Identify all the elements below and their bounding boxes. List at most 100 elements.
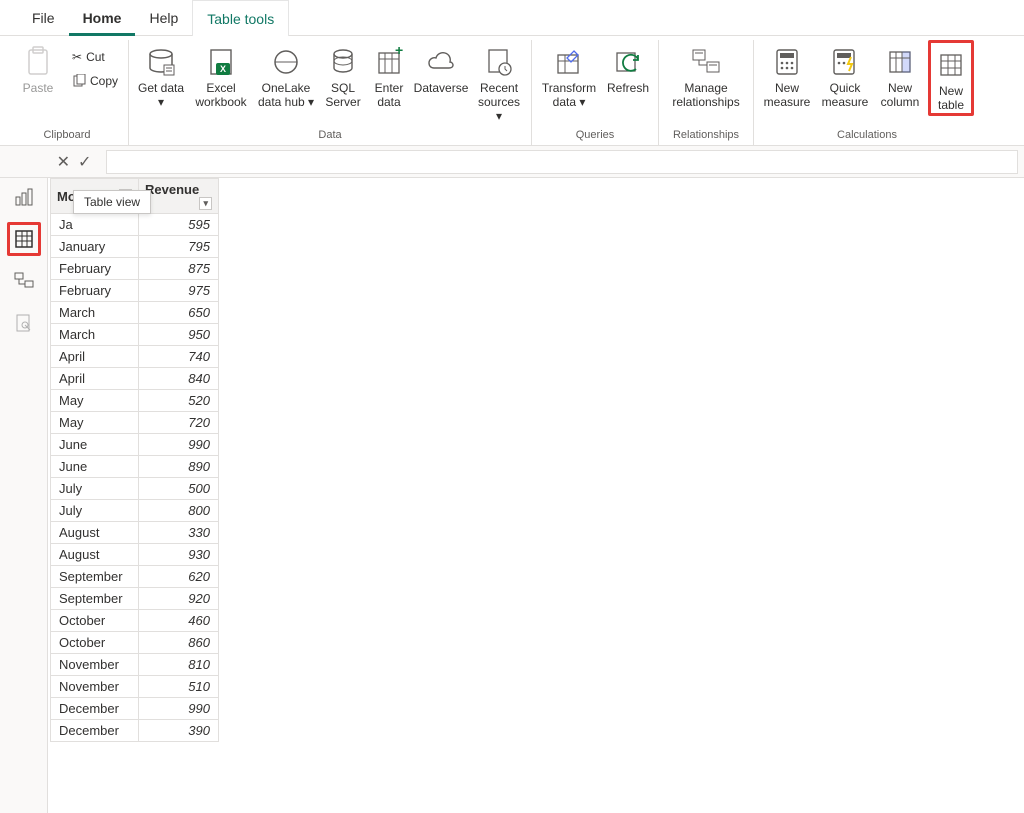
table-row[interactable]: Ja595 <box>51 214 219 236</box>
cell-revenue[interactable]: 500 <box>139 478 219 500</box>
cell-revenue[interactable]: 510 <box>139 676 219 698</box>
tab-table-tools[interactable]: Table tools <box>192 0 289 36</box>
cell-month[interactable]: October <box>51 610 139 632</box>
cell-revenue[interactable]: 810 <box>139 654 219 676</box>
tab-file[interactable]: File <box>18 0 69 36</box>
table-view-button[interactable] <box>7 222 41 256</box>
quick-measure-button[interactable]: Quick measure <box>818 40 872 110</box>
cell-revenue[interactable]: 920 <box>139 588 219 610</box>
commit-formula-icon[interactable]: ✓ <box>78 152 91 172</box>
table-row[interactable]: April740 <box>51 346 219 368</box>
cell-revenue[interactable]: 650 <box>139 302 219 324</box>
sql-server-button[interactable]: SQL Server <box>321 40 365 110</box>
new-table-button[interactable]: New table <box>928 40 974 116</box>
table-row[interactable]: March650 <box>51 302 219 324</box>
model-view-button[interactable] <box>7 264 41 298</box>
transform-data-button[interactable]: Transform data ▾ <box>538 40 600 110</box>
new-column-button[interactable]: New column <box>876 40 924 110</box>
cell-month[interactable]: December <box>51 720 139 742</box>
table-row[interactable]: November810 <box>51 654 219 676</box>
copy-button[interactable]: Copy <box>68 70 122 92</box>
refresh-button[interactable]: Refresh <box>604 40 652 110</box>
get-data-button[interactable]: Get data ▾ <box>135 40 187 110</box>
cell-month[interactable]: August <box>51 522 139 544</box>
table-row[interactable]: July800 <box>51 500 219 522</box>
cell-month[interactable]: July <box>51 478 139 500</box>
cell-month[interactable]: May <box>51 412 139 434</box>
table-row[interactable]: March950 <box>51 324 219 346</box>
table-row[interactable]: June990 <box>51 434 219 456</box>
onelake-button[interactable]: OneLake data hub ▾ <box>255 40 317 110</box>
cell-revenue[interactable]: 875 <box>139 258 219 280</box>
table-row[interactable]: December390 <box>51 720 219 742</box>
cell-month[interactable]: April <box>51 346 139 368</box>
cell-month[interactable]: August <box>51 544 139 566</box>
cell-revenue[interactable]: 990 <box>139 434 219 456</box>
filter-dropdown-icon[interactable]: ▾ <box>199 197 212 210</box>
cell-revenue[interactable]: 795 <box>139 236 219 258</box>
cell-month[interactable]: November <box>51 676 139 698</box>
cell-revenue[interactable]: 990 <box>139 698 219 720</box>
table-row[interactable]: August330 <box>51 522 219 544</box>
paste-button[interactable]: Paste <box>12 40 64 110</box>
cell-month[interactable]: Ja <box>51 214 139 236</box>
cell-month[interactable]: March <box>51 302 139 324</box>
cell-revenue[interactable]: 740 <box>139 346 219 368</box>
cell-revenue[interactable]: 520 <box>139 390 219 412</box>
cell-revenue[interactable]: 890 <box>139 456 219 478</box>
table-row[interactable]: September920 <box>51 588 219 610</box>
table-row[interactable]: May520 <box>51 390 219 412</box>
excel-workbook-button[interactable]: X Excel workbook <box>191 40 251 110</box>
cell-month[interactable]: June <box>51 434 139 456</box>
cell-month[interactable]: July <box>51 500 139 522</box>
cell-month[interactable]: February <box>51 280 139 302</box>
cell-revenue[interactable]: 595 <box>139 214 219 236</box>
dax-view-button[interactable] <box>7 306 41 340</box>
tab-home[interactable]: Home <box>69 0 136 36</box>
recent-sources-button[interactable]: Recent sources ▾ <box>473 40 525 123</box>
dataverse-button[interactable]: Dataverse <box>413 40 469 110</box>
table-row[interactable]: November510 <box>51 676 219 698</box>
cell-revenue[interactable]: 330 <box>139 522 219 544</box>
tab-help[interactable]: Help <box>135 0 192 36</box>
cell-revenue[interactable]: 720 <box>139 412 219 434</box>
cell-revenue[interactable]: 390 <box>139 720 219 742</box>
cut-button[interactable]: ✂ Cut <box>68 46 122 68</box>
cell-revenue[interactable]: 620 <box>139 566 219 588</box>
cell-revenue[interactable]: 800 <box>139 500 219 522</box>
cell-month[interactable]: April <box>51 368 139 390</box>
table-row[interactable]: February875 <box>51 258 219 280</box>
table-row[interactable]: October860 <box>51 632 219 654</box>
cell-revenue[interactable]: 930 <box>139 544 219 566</box>
cell-month[interactable]: October <box>51 632 139 654</box>
data-grid[interactable]: Table view Month ▾ Revenue ▾ Ja595Januar… <box>48 178 1024 813</box>
cell-revenue[interactable]: 860 <box>139 632 219 654</box>
enter-data-button[interactable]: + Enter data <box>369 40 409 110</box>
table-row[interactable]: January795 <box>51 236 219 258</box>
table-row[interactable]: February975 <box>51 280 219 302</box>
table-row[interactable]: August930 <box>51 544 219 566</box>
table-row[interactable]: December990 <box>51 698 219 720</box>
cell-revenue[interactable]: 975 <box>139 280 219 302</box>
table-row[interactable]: October460 <box>51 610 219 632</box>
table-row[interactable]: April840 <box>51 368 219 390</box>
cell-month[interactable]: December <box>51 698 139 720</box>
cell-revenue[interactable]: 950 <box>139 324 219 346</box>
table-row[interactable]: July500 <box>51 478 219 500</box>
cell-revenue[interactable]: 840 <box>139 368 219 390</box>
cell-month[interactable]: September <box>51 566 139 588</box>
new-measure-button[interactable]: New measure <box>760 40 814 110</box>
table-row[interactable]: September620 <box>51 566 219 588</box>
table-row[interactable]: June890 <box>51 456 219 478</box>
manage-relationships-button[interactable]: Manage relationships <box>665 40 747 110</box>
cell-month[interactable]: February <box>51 258 139 280</box>
formula-input[interactable] <box>106 150 1018 174</box>
cell-month[interactable]: May <box>51 390 139 412</box>
cell-month[interactable]: September <box>51 588 139 610</box>
table-row[interactable]: May720 <box>51 412 219 434</box>
cancel-formula-icon[interactable]: ✕ <box>57 152 70 172</box>
report-view-button[interactable] <box>7 180 41 214</box>
cell-month[interactable]: January <box>51 236 139 258</box>
cell-month[interactable]: November <box>51 654 139 676</box>
cell-revenue[interactable]: 460 <box>139 610 219 632</box>
